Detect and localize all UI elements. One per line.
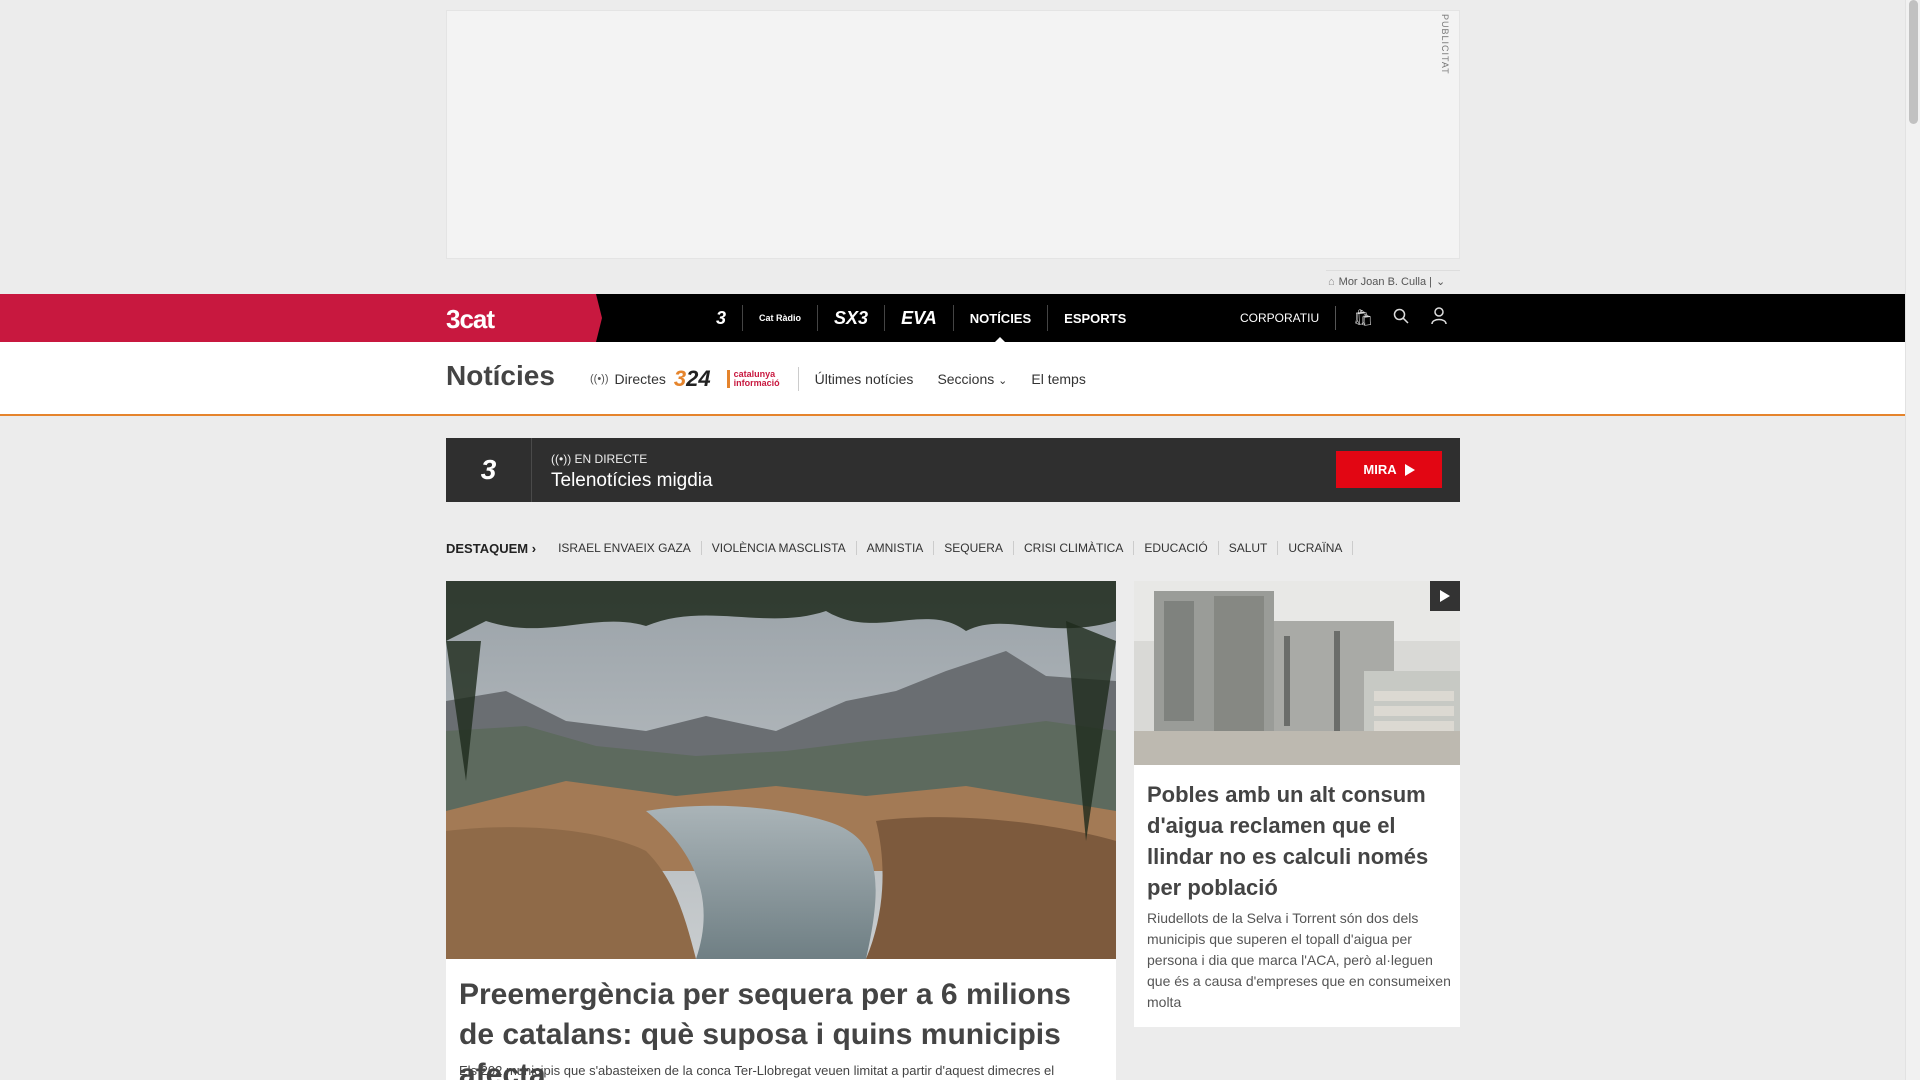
side-article-title[interactable]: Pobles amb un alt consum d'aigua reclame… — [1147, 779, 1452, 903]
channel-nav: 3 Cat Ràdio SX3 EVA NOTÍCIES ESPORTS — [700, 294, 1142, 343]
main-article-image[interactable] — [446, 581, 1116, 959]
destaquem-tag[interactable]: VIOLÈNCIA MASCLISTA — [702, 541, 857, 555]
destaquem-bar: DESTAQUEM › ISRAEL ENVAEIX GAZA VIOLÈNCI… — [446, 538, 1354, 558]
scrollbar-thumb[interactable] — [1909, 0, 1918, 124]
side-article-description: Riudellots de la Selva i Torrent són dos… — [1147, 910, 1451, 1010]
play-icon — [1404, 463, 1415, 476]
section-header: Notícies ((•)) Directes 324 catalunya in… — [0, 342, 1905, 416]
top-navigation: 3cat 3 Cat Ràdio SX3 EVA NOTÍCIES ESPORT… — [0, 294, 1905, 343]
nav-item-sx3[interactable]: SX3 — [818, 305, 886, 331]
ad-label: PUBLICITAT — [1440, 14, 1450, 75]
nav-item-esports[interactable]: ESPORTS — [1048, 305, 1142, 331]
destaquem-tag[interactable]: UCRAÏNA — [1278, 541, 1354, 555]
destaquem-heading[interactable]: DESTAQUEM › — [446, 541, 536, 556]
live-broadcast-icon: ((•)) — [551, 452, 572, 466]
main-article-card[interactable]: Preemergència per sequera per a 6 milion… — [446, 959, 1116, 1080]
destaquem-tag[interactable]: AMNISTIA — [857, 541, 935, 555]
ultimes-noticies-link[interactable]: Últimes notícies — [815, 371, 914, 387]
destaquem-tag[interactable]: EDUCACIÓ — [1134, 541, 1219, 555]
destaquem-tag[interactable]: CRISI CLIMÀTICA — [1014, 541, 1135, 555]
side-article-image[interactable] — [1134, 581, 1460, 765]
live-broadcast-icon: ((•)) — [590, 373, 609, 385]
shop-bag-icon[interactable]: 🛍︎ — [1344, 308, 1382, 328]
live-program-title: Telenotícies migdia — [551, 470, 713, 491]
nav-right: CORPORATIU 🛍︎ — [1240, 294, 1458, 342]
main-article-description: Els 202 municipis que s'abasteixen de la… — [459, 1063, 1055, 1078]
nav-item-noticies[interactable]: NOTÍCIES — [954, 305, 1049, 343]
brand-block — [0, 294, 602, 342]
destaquem-tag[interactable]: ISRAEL ENVAEIX GAZA — [548, 541, 702, 555]
chevron-right-icon: › — [531, 540, 537, 556]
corporate-link[interactable]: CORPORATIU — [1240, 306, 1337, 330]
directes-link[interactable]: ((•)) Directes — [590, 371, 666, 387]
destaquem-tag[interactable]: SEQUERA — [934, 541, 1014, 555]
section-links: ((•)) Directes 324 catalunya informació … — [590, 342, 1110, 416]
search-icon[interactable] — [1382, 308, 1420, 329]
nav-item-eva[interactable]: EVA — [885, 305, 954, 331]
ad-tag-text: Mor Joan B. Culla | — [1338, 275, 1432, 288]
user-icon[interactable] — [1420, 306, 1458, 330]
directes-label: Directes — [614, 371, 666, 387]
ad-tag-bar[interactable]: ⌂ Mor Joan B. Culla | ⌄ — [1326, 270, 1460, 292]
channel-3-logo: 3 — [446, 438, 532, 502]
nav-item-3[interactable]: 3 — [700, 305, 744, 331]
side-article-card[interactable]: Pobles amb un alt consum d'aigua reclame… — [1134, 581, 1460, 1027]
section-title[interactable]: Notícies — [446, 360, 555, 392]
chevron-down-icon: ⌄ — [998, 375, 1008, 387]
divider — [797, 367, 799, 391]
vertical-scrollbar[interactable] — [1905, 0, 1920, 1080]
logo-catalunya-informacio[interactable]: catalunya informació — [726, 370, 780, 388]
advertisement-box[interactable] — [446, 10, 1460, 259]
nav-item-catradio[interactable]: Cat Ràdio — [743, 305, 819, 331]
live-bar[interactable]: 3 ((•)) EN DIRECTE Telenotícies migdia M… — [446, 438, 1460, 502]
destaquem-tag[interactable]: SALUT — [1219, 541, 1279, 555]
el-temps-link[interactable]: El temps — [1031, 371, 1085, 387]
page: PUBLICITAT ⌂ Mor Joan B. Culla | ⌄ 3cat … — [0, 0, 1905, 1080]
logo-324[interactable]: 324 — [674, 366, 711, 392]
video-play-icon[interactable] — [1430, 581, 1460, 611]
mira-button[interactable]: MIRA — [1336, 451, 1442, 488]
chevron-down-icon: ⌄ — [1436, 276, 1446, 288]
seccions-dropdown[interactable]: Seccions ⌄ — [937, 371, 1007, 387]
brand-logo[interactable]: 3cat — [446, 304, 495, 335]
live-tag: ((•)) EN DIRECTE — [551, 452, 648, 466]
tag-icon: ⌂ — [1328, 275, 1335, 288]
